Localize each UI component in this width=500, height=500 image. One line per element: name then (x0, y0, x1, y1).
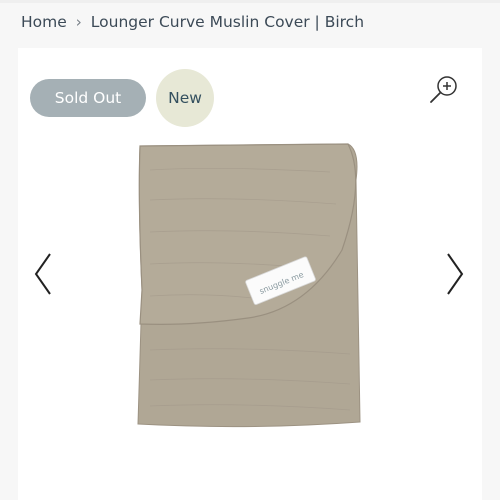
top-divider (0, 0, 500, 3)
zoom-in-icon[interactable] (427, 72, 461, 106)
breadcrumb-separator: › (75, 13, 82, 31)
new-badge: New (156, 69, 214, 127)
product-image-gallery: Sold Out New snuggle me (18, 48, 482, 500)
breadcrumb: Home › Lounger Curve Muslin Cover | Birc… (21, 13, 364, 31)
sold-out-badge: Sold Out (30, 79, 146, 117)
chevron-right-icon[interactable] (442, 250, 466, 298)
breadcrumb-current-page: Lounger Curve Muslin Cover | Birch (90, 13, 365, 31)
product-photo: snuggle me (130, 140, 364, 432)
breadcrumb-home-link[interactable]: Home (21, 13, 67, 31)
chevron-left-icon[interactable] (32, 250, 56, 298)
